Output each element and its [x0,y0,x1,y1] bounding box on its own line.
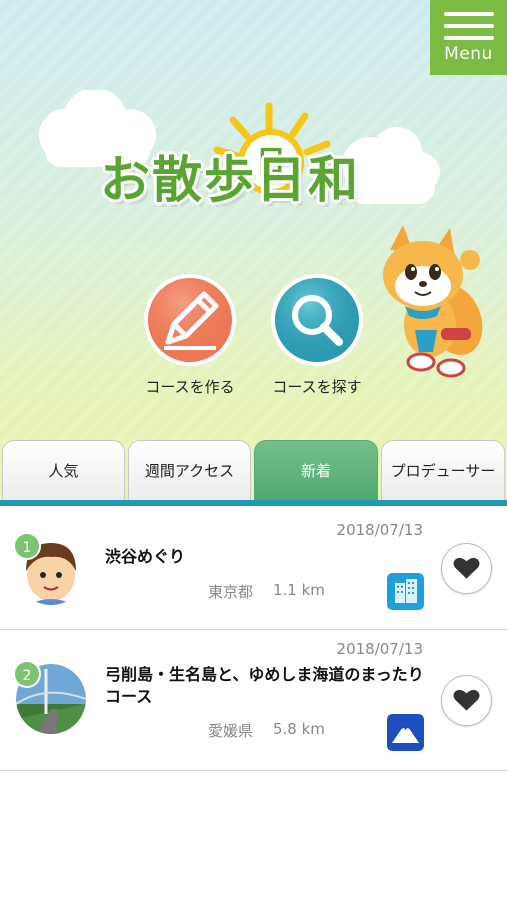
tab-popular[interactable]: 人気 [2,440,125,500]
create-course-label: コースを作る [145,378,235,396]
favorite-heart-button[interactable] [441,675,492,726]
search-course-button[interactable]: コースを探す [252,272,382,397]
app-screen: 日 お散歩日和 Menu コースを作る コースを探す 人気 週間アクセス 新着 … [0,0,507,900]
course-title[interactable]: 弓削島・生名島と、ゆめしま海道のまったりコース [105,664,430,708]
category-tabs: 人気 週間アクセス 新着 プロデューサー [0,440,507,506]
course-prefecture: 東京都 [208,583,254,601]
rank-badge: 1 [13,532,41,560]
search-course-label: コースを探す [272,378,362,396]
heart-icon [453,557,480,579]
rank-badge: 2 [13,660,41,688]
course-distance: 5.8 km [273,720,325,738]
create-course-button[interactable]: コースを作る [125,272,255,397]
pencil-icon [144,274,236,366]
building-icon [387,573,424,610]
fox-mascot-icon [383,225,483,378]
course-prefecture: 愛媛県 [208,722,254,740]
hero-banner: 日 お散歩日和 Menu コースを作る コースを探す [0,0,507,505]
course-date: 2018/07/13 [336,640,423,658]
menu-button[interactable]: Menu [430,0,507,75]
menu-bar-icon [444,12,494,16]
menu-label: Menu [444,44,493,64]
course-list-item[interactable]: 2 2018/07/13 弓削島・生名島と、ゆめしま海道のまったりコース 愛媛県… [0,630,507,771]
course-distance: 1.1 km [273,581,325,599]
logo-title: お散歩日和 [100,151,360,209]
course-list-item[interactable]: 1 2018/07/13 渋谷めぐり 東京都 1.1 km [0,506,507,630]
tab-weekly-access[interactable]: 週間アクセス [128,440,251,500]
course-list: 1 2018/07/13 渋谷めぐり 東京都 1.1 km 2 2018/07/… [0,506,507,771]
favorite-heart-button[interactable] [441,543,492,594]
mountain-icon [387,714,424,751]
menu-bar-icon [444,24,494,28]
magnifier-icon [271,274,363,366]
heart-icon [453,689,480,711]
course-date: 2018/07/13 [336,521,423,539]
tab-producer[interactable]: プロデューサー [381,440,505,500]
course-title[interactable]: 渋谷めぐり [105,546,430,568]
tab-new[interactable]: 新着 [254,440,378,500]
menu-bar-icon [444,36,494,40]
